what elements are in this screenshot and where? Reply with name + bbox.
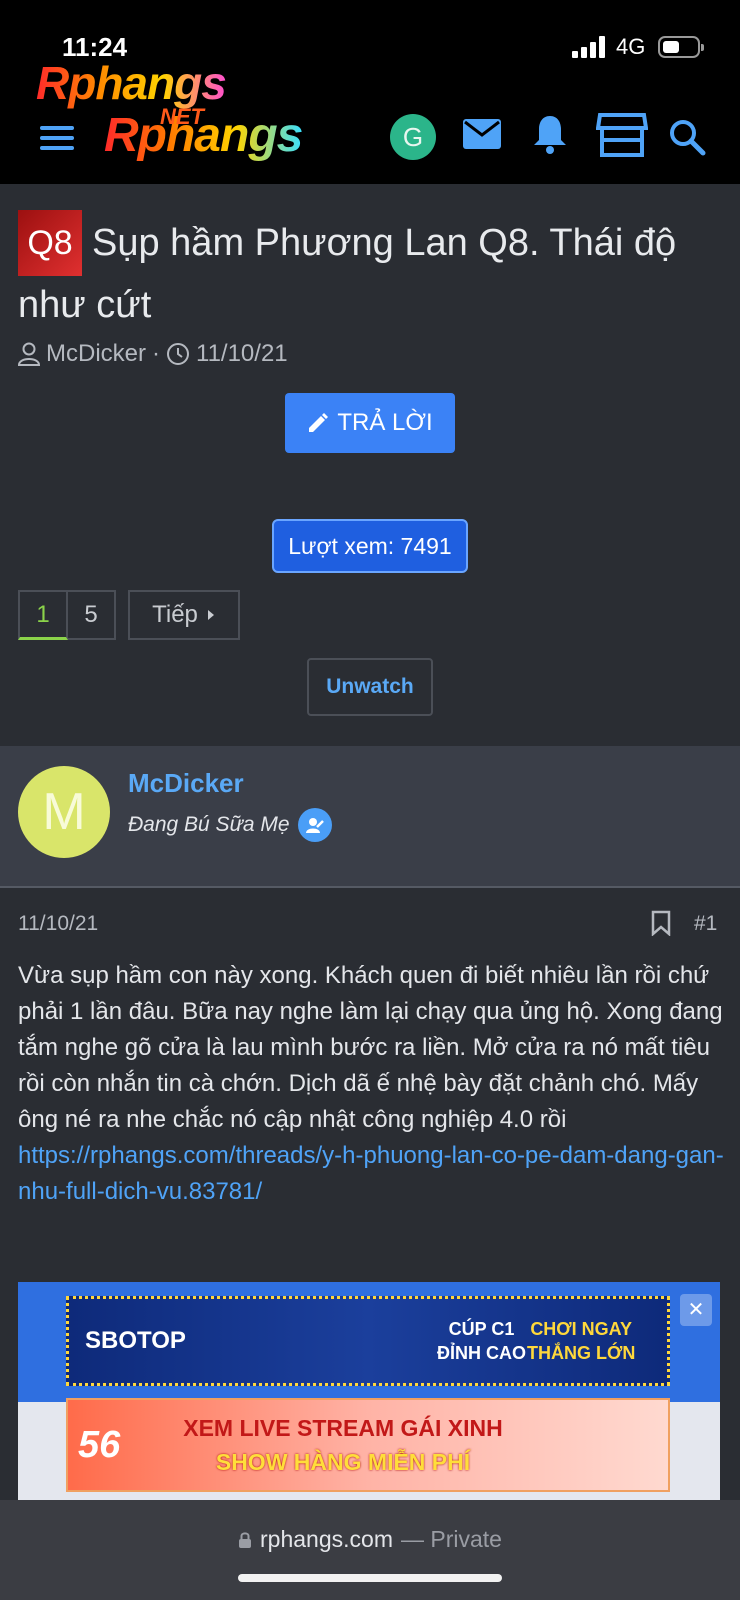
user-title-text: Đang Bú Sữa Mẹ <box>128 813 290 836</box>
ad2-text: XEM LIVE STREAM GÁI XINH SHOW HÀNG MIỄN … <box>178 1411 508 1479</box>
page-5-link[interactable]: 5 <box>68 590 116 640</box>
meta-separator: · <box>152 340 160 367</box>
site-logo-overlay: Rphangs <box>36 57 227 109</box>
user-icon <box>18 342 40 366</box>
ad2-logo: 56 <box>78 1423 121 1466</box>
user-title: Đang Bú Sữa Mẹ <box>128 808 332 842</box>
ad1-cup-text: CÚP C1 ĐỈNH CAO <box>437 1319 526 1363</box>
ad-close-icon[interactable]: ✕ <box>680 1294 712 1326</box>
reply-button-label: TRẢ LỜI <box>337 409 433 436</box>
network-type: 4G <box>616 34 646 59</box>
caret-right-icon <box>207 610 214 620</box>
thread-prefix-tag[interactable]: Q8 <box>18 210 82 276</box>
clock-icon <box>167 343 189 365</box>
ad1-brand: SBOTOP <box>85 1327 186 1354</box>
post-date[interactable]: 11/10/21 <box>18 912 98 936</box>
reply-button[interactable]: TRẢ LỜI <box>285 393 455 453</box>
verified-badge-icon <box>297 808 332 842</box>
battery-icon <box>658 36 704 58</box>
username[interactable]: McDicker <box>128 768 244 799</box>
pagination: 1 5 Tiếp <box>18 590 240 640</box>
next-page-button[interactable]: Tiếp <box>128 590 240 640</box>
ad-banner-livestream[interactable]: 56 XEM LIVE STREAM GÁI XINH SHOW HÀNG MI… <box>66 1398 670 1492</box>
address-bar[interactable]: rphangs.com — Private <box>0 1526 740 1553</box>
post-text: Vừa sụp hầm con này xong. Khách quen đi … <box>18 962 723 1133</box>
post-user-info <box>0 746 740 888</box>
thread-date[interactable]: 11/10/21 <box>196 340 288 368</box>
account-avatar[interactable]: G <box>390 114 436 160</box>
logo-net-text: NET <box>160 104 204 129</box>
signal-icon <box>572 36 608 58</box>
ad2-line2: SHOW HÀNG MIỄN PHÍ <box>215 1449 471 1475</box>
post-link[interactable]: https://rphangs.com/threads/y-h-phuong-l… <box>18 1142 724 1205</box>
unwatch-button[interactable]: Unwatch <box>307 658 433 716</box>
page-1-link[interactable]: 1 <box>18 590 68 640</box>
thread-meta: McDicker · 11/10/21 <box>18 340 288 368</box>
ad2-line1: XEM LIVE STREAM GÁI XINH <box>183 1415 503 1441</box>
bell-icon[interactable] <box>532 114 568 154</box>
search-icon[interactable] <box>668 118 706 156</box>
user-avatar[interactable]: M <box>18 766 110 858</box>
view-count-badge: Lượt xem: 7491 <box>272 519 468 573</box>
store-icon[interactable] <box>596 112 648 158</box>
post-body: Vừa sụp hầm con này xong. Khách quen đi … <box>18 958 724 1210</box>
ad1-play-text: CHƠI NGAY THẮNG LỚN <box>527 1319 636 1363</box>
ad-banner-sbotop[interactable]: SBOTOP CÚP C1 ĐỈNH CAO CHƠI NGAY THẮNG L… <box>66 1296 670 1386</box>
menu-icon[interactable] <box>40 126 74 150</box>
bookmark-icon[interactable] <box>650 910 672 936</box>
url-domain: rphangs.com <box>260 1526 393 1552</box>
lock-icon <box>239 1531 252 1548</box>
ad-banner-area: SBOTOP CÚP C1 ĐỈNH CAO CHƠI NGAY THẮNG L… <box>18 1282 720 1500</box>
thread-title: Sụp hầm Phương Lan Q8. Thái độ như cứt <box>18 222 677 326</box>
next-page-label: Tiếp <box>152 601 198 628</box>
home-indicator[interactable] <box>238 1574 502 1582</box>
thread-author[interactable]: McDicker <box>46 340 146 368</box>
mail-icon[interactable] <box>462 118 502 150</box>
private-mode-label: — Private <box>400 1526 502 1552</box>
pencil-icon <box>309 413 329 432</box>
post-number[interactable]: #1 <box>694 912 717 936</box>
